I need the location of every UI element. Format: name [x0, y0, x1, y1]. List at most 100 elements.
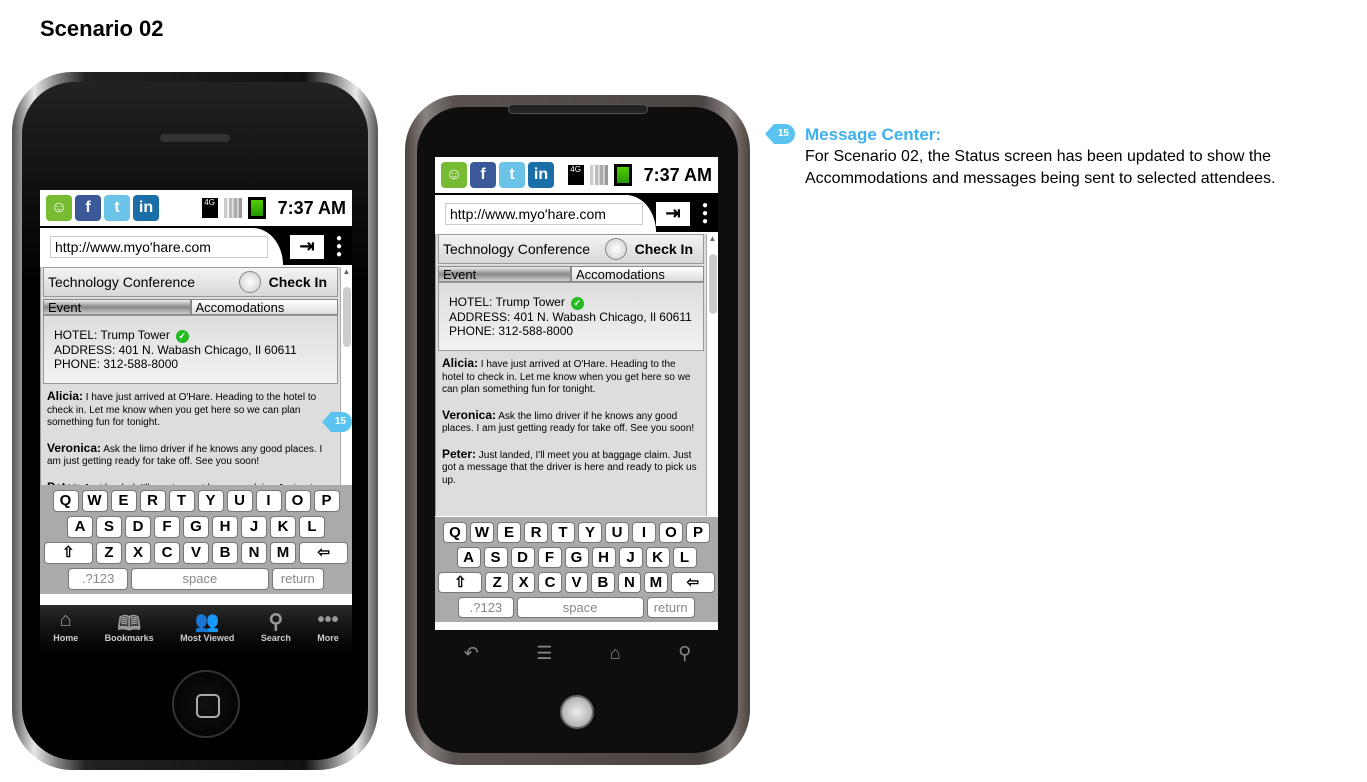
key[interactable]: O: [659, 522, 683, 543]
key[interactable]: S: [483, 547, 508, 568]
key[interactable]: H: [591, 547, 616, 568]
tab-more[interactable]: ••• More: [317, 605, 339, 655]
numbers-key[interactable]: .?123: [68, 568, 128, 590]
facebook-icon[interactable]: f: [470, 162, 496, 188]
key[interactable]: I: [255, 490, 282, 512]
key[interactable]: I: [632, 522, 656, 543]
key[interactable]: G: [183, 516, 209, 538]
tab-search[interactable]: ⚲ Search: [261, 605, 291, 655]
event-title: Technology Conference: [443, 241, 591, 257]
key[interactable]: Z: [96, 542, 122, 564]
key[interactable]: ⇦: [670, 572, 715, 593]
key[interactable]: P: [686, 522, 710, 543]
checkin-label[interactable]: Check In: [635, 241, 693, 257]
key[interactable]: K: [270, 516, 296, 538]
return-key[interactable]: return: [271, 568, 324, 590]
go-icon[interactable]: ⇥: [656, 201, 690, 226]
checkin-label[interactable]: Check In: [269, 274, 327, 290]
space-key[interactable]: space: [131, 568, 269, 590]
key[interactable]: L: [299, 516, 325, 538]
iphone-home-button[interactable]: [172, 670, 240, 738]
linkedin-icon[interactable]: in: [133, 195, 159, 221]
key[interactable]: L: [672, 547, 697, 568]
key[interactable]: R: [524, 522, 548, 543]
tab-accomodations[interactable]: Accomodations: [190, 299, 338, 315]
return-key[interactable]: return: [646, 597, 695, 618]
key[interactable]: Y: [197, 490, 224, 512]
key[interactable]: Q: [52, 490, 79, 512]
key[interactable]: R: [139, 490, 166, 512]
key[interactable]: M: [270, 542, 296, 564]
url-input[interactable]: http://www.myo'hare.com: [50, 235, 269, 258]
key[interactable]: Y: [578, 522, 602, 543]
key[interactable]: Q: [443, 522, 467, 543]
key[interactable]: K: [645, 547, 670, 568]
key[interactable]: W: [81, 490, 108, 512]
key[interactable]: W: [470, 522, 494, 543]
menu-icon[interactable]: ☰: [536, 643, 552, 664]
tab-event[interactable]: Event: [43, 299, 191, 315]
android-trackball[interactable]: [560, 695, 594, 729]
key[interactable]: C: [538, 572, 562, 593]
key[interactable]: ⇦: [299, 542, 349, 564]
go-icon[interactable]: ⇥: [290, 234, 324, 259]
tab-home[interactable]: ⌂ Home: [53, 605, 78, 655]
scrollbar[interactable]: ▲: [340, 267, 352, 487]
key[interactable]: ⇧: [438, 572, 483, 593]
checkin-radio[interactable]: [238, 271, 261, 293]
key[interactable]: G: [564, 547, 589, 568]
search-icon[interactable]: ⚲: [678, 643, 691, 664]
key[interactable]: F: [537, 547, 562, 568]
key[interactable]: M: [644, 572, 668, 593]
key[interactable]: N: [617, 572, 642, 593]
key[interactable]: A: [67, 516, 93, 538]
tab-accomodations[interactable]: Accomodations: [571, 266, 704, 282]
twitter-icon[interactable]: t: [499, 162, 525, 188]
key[interactable]: F: [154, 516, 180, 538]
messaging-icon[interactable]: ☺: [46, 195, 72, 221]
key[interactable]: T: [168, 490, 195, 512]
key[interactable]: U: [605, 522, 629, 543]
key[interactable]: B: [212, 542, 238, 564]
key[interactable]: E: [497, 522, 521, 543]
key[interactable]: E: [110, 490, 137, 512]
key[interactable]: D: [125, 516, 151, 538]
tab-most-viewed[interactable]: 👥 Most Viewed: [180, 605, 234, 655]
key[interactable]: D: [510, 547, 535, 568]
key[interactable]: B: [591, 572, 615, 593]
overflow-menu-icon[interactable]: ● ● ●: [700, 200, 710, 226]
key[interactable]: P: [313, 490, 340, 512]
key[interactable]: S: [96, 516, 122, 538]
key[interactable]: Z: [485, 572, 509, 593]
home-icon[interactable]: ⌂: [610, 643, 621, 664]
key[interactable]: N: [241, 542, 267, 564]
key[interactable]: V: [564, 572, 589, 593]
key[interactable]: T: [551, 522, 575, 543]
scrollbar[interactable]: ▲: [706, 234, 718, 516]
scroll-up-icon[interactable]: ▲: [707, 234, 718, 243]
scroll-up-icon[interactable]: ▲: [341, 267, 352, 276]
linkedin-icon[interactable]: in: [528, 162, 554, 188]
checkin-radio[interactable]: [604, 238, 627, 260]
tab-bookmarks[interactable]: 🕮 Bookmarks: [105, 605, 154, 655]
key[interactable]: O: [284, 490, 311, 512]
key[interactable]: A: [456, 547, 481, 568]
key[interactable]: J: [241, 516, 267, 538]
url-input[interactable]: http://www.myo'hare.com: [445, 202, 644, 225]
key[interactable]: U: [226, 490, 253, 512]
key[interactable]: X: [511, 572, 536, 593]
space-key[interactable]: space: [516, 597, 644, 618]
key[interactable]: J: [618, 547, 643, 568]
key[interactable]: ⇧: [43, 542, 93, 564]
tab-event[interactable]: Event: [438, 266, 571, 282]
facebook-icon[interactable]: f: [75, 195, 101, 221]
key[interactable]: C: [154, 542, 180, 564]
twitter-icon[interactable]: t: [104, 195, 130, 221]
back-icon[interactable]: ↶: [464, 643, 479, 664]
messaging-icon[interactable]: ☺: [441, 162, 467, 188]
key[interactable]: X: [125, 542, 151, 564]
key[interactable]: V: [183, 542, 209, 564]
numbers-key[interactable]: .?123: [458, 597, 514, 618]
overflow-menu-icon[interactable]: ● ● ●: [334, 233, 344, 259]
key[interactable]: H: [212, 516, 238, 538]
